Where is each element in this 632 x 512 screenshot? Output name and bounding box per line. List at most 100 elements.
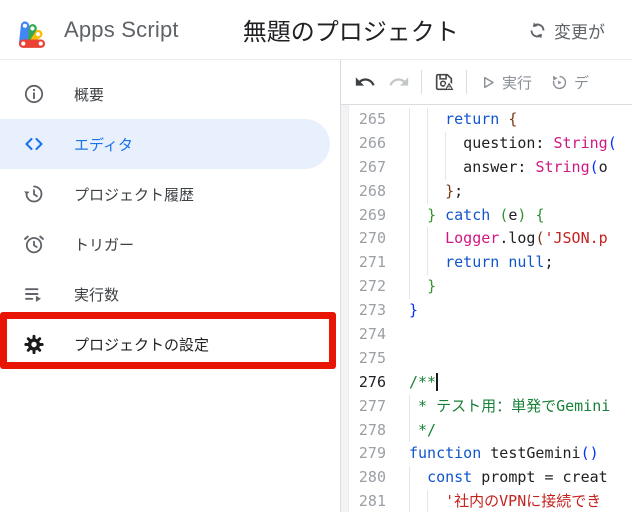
sidebar-item-label: プロジェクト履歴: [74, 186, 195, 204]
code-line-text: }: [409, 301, 419, 320]
line-number[interactable]: 272: [349, 275, 399, 299]
code-line: 279 function testGemini(): [349, 442, 632, 466]
run-button[interactable]: 実行: [478, 72, 532, 93]
code-line-text: * テスト用：単発でGemini: [409, 394, 610, 419]
code-line: 272 }: [349, 275, 632, 300]
indent-guide: [409, 108, 410, 132]
code-icon: [22, 132, 46, 156]
text-cursor: [436, 372, 439, 391]
info-icon: [22, 82, 46, 106]
undo-icon: [355, 77, 375, 86]
code-line-text: '社内のVPNに接続でき: [409, 490, 601, 512]
sidebar-item-label: トリガー: [74, 236, 135, 254]
debug-icon: [552, 75, 567, 89]
code-line: 268 };: [349, 179, 632, 204]
sidebar-item-label: 概要: [74, 86, 105, 104]
executions-icon: [22, 282, 46, 306]
code-line: 276 /**: [349, 371, 632, 395]
indent-guide: [409, 131, 410, 156]
code-line: 267 answer: String(o: [349, 155, 632, 180]
indent-guide: [445, 131, 447, 156]
code-line-text: question: String(: [409, 131, 617, 156]
code-line-text: const prompt = creat: [409, 466, 608, 491]
indent-guide: [409, 155, 410, 180]
line-number[interactable]: 275: [349, 347, 399, 371]
debug-button[interactable]: デ: [550, 72, 589, 93]
code-lines[interactable]: 265 return { 266 question: String(267 ans…: [349, 105, 632, 512]
sidebar-item-triggers[interactable]: トリガー: [0, 219, 330, 269]
line-number[interactable]: 276: [349, 371, 399, 395]
code-line-text: /**: [409, 372, 439, 391]
apps-script-window: Apps Script 無題のプロジェクト 変更が 概要エディタプロジェクト履歴…: [0, 0, 632, 512]
indent-guide: [409, 275, 410, 300]
line-number[interactable]: 279: [349, 442, 399, 466]
sync-icon: [528, 21, 547, 40]
indent-guide: [409, 227, 410, 252]
code-region: 265 return { 266 question: String(267 ans…: [341, 105, 632, 512]
code-line: 271 return null;: [349, 251, 632, 276]
code-line: 274: [349, 323, 632, 347]
line-number[interactable]: 274: [349, 323, 399, 347]
indent-guide: [445, 155, 447, 180]
undo-button[interactable]: [354, 71, 376, 93]
code-line-text: return {: [409, 108, 517, 132]
indent-guide: [427, 490, 429, 512]
sidebar-nav: 概要エディタプロジェクト履歴 トリガー実行数プロジェクトの設定: [0, 60, 341, 512]
gear-icon: [22, 332, 46, 356]
apps-script-logo-icon[interactable]: [14, 11, 54, 49]
redo-icon: [389, 77, 409, 86]
code-line-text: */: [409, 418, 436, 443]
sidebar-item-label: プロジェクトの設定: [74, 336, 210, 354]
line-number[interactable]: 271: [349, 251, 399, 275]
code-line-text: Logger.log('JSON.p: [409, 227, 608, 252]
sidebar-item-project-settings[interactable]: プロジェクトの設定: [0, 319, 330, 369]
line-number[interactable]: 277: [349, 395, 399, 419]
line-number[interactable]: 267: [349, 156, 399, 180]
line-number[interactable]: 273: [349, 299, 399, 323]
save-with-warning-icon: [435, 73, 454, 92]
code-line-text: };: [409, 179, 463, 204]
indent-guide: [409, 203, 410, 228]
toolbar-divider: [466, 70, 467, 94]
sidebar-item-label: エディタ: [74, 136, 133, 154]
code-line-text: return null;: [409, 251, 554, 276]
sidebar-item-executions[interactable]: 実行数: [0, 269, 330, 319]
editor-toolbar: 実行 デ: [341, 60, 632, 105]
indent-guide: [427, 155, 429, 180]
editor-panel: 実行 デ 265 return {266 question: String(26…: [341, 60, 632, 512]
project-title[interactable]: 無題のプロジェクト: [243, 12, 459, 47]
code-line: 275: [349, 347, 632, 371]
save-status: 変更が: [528, 0, 605, 60]
header: Apps Script 無題のプロジェクト 変更が: [0, 0, 632, 60]
line-number[interactable]: 265: [349, 108, 399, 132]
sidebar-item-editor[interactable]: エディタ: [0, 119, 330, 169]
code-line: 278 */: [349, 418, 632, 443]
line-number[interactable]: 268: [349, 180, 399, 204]
indent-guide: [409, 490, 410, 512]
sidebar-item-project-history[interactable]: プロジェクト履歴: [0, 169, 330, 219]
sidebar-item-overview[interactable]: 概要: [0, 69, 330, 119]
history-icon: [22, 182, 46, 206]
indent-guide: [427, 131, 429, 156]
indent-guide: [427, 227, 429, 252]
indent-guide: [427, 251, 429, 276]
indent-guide: [409, 251, 410, 276]
indent-guide: [427, 179, 429, 204]
indent-guide: [409, 394, 410, 419]
line-number[interactable]: 281: [349, 490, 399, 512]
line-number[interactable]: 278: [349, 419, 399, 443]
debug-label: デ: [574, 74, 590, 92]
code-line: 269 } catch (e) {: [349, 203, 632, 228]
toolbar-divider: [421, 70, 422, 94]
main-area: 概要 エディタ プロジェクト履歴 トリガー 実行数 プロジェクトの設定 実行 デ…: [0, 60, 632, 512]
code-line: 270 Logger.log('JSON.p: [349, 227, 632, 252]
line-number[interactable]: 280: [349, 466, 399, 490]
redo-button[interactable]: [388, 71, 410, 93]
app-name: Apps Script: [64, 16, 179, 42]
indent-guide: [409, 179, 410, 204]
save-button[interactable]: [433, 71, 455, 93]
line-number[interactable]: 270: [349, 227, 399, 251]
line-number[interactable]: 269: [349, 204, 399, 228]
indent-guide: [409, 418, 410, 443]
line-number[interactable]: 266: [349, 132, 399, 156]
